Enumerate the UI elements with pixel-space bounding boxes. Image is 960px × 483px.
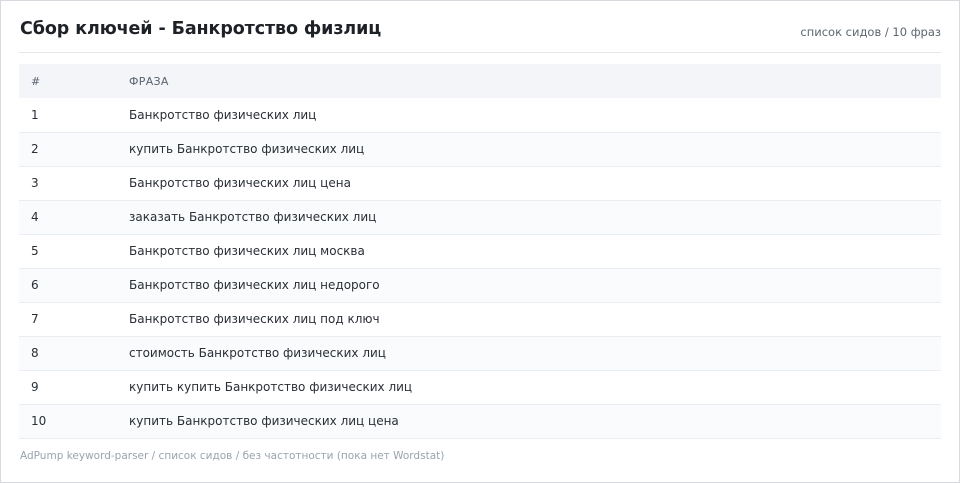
page-header: Сбор ключей - Банкротство физлиц список … — [19, 1, 941, 53]
table-row: 2 купить Банкротство физических лиц — [19, 132, 941, 166]
row-phrase: Банкротство физических лиц под ключ — [129, 312, 380, 326]
table-row: 9 купить купить Банкротство физических л… — [19, 370, 941, 404]
table-row: 5 Банкротство физических лиц москва — [19, 234, 941, 268]
row-number: 2 — [31, 142, 39, 156]
table-header-row: # ФРАЗА — [19, 64, 941, 98]
row-number: 7 — [31, 312, 39, 326]
table-body: 1 Банкротство физических лиц 2 купить Ба… — [19, 98, 941, 438]
table-row: 4 заказать Банкротство физических лиц — [19, 200, 941, 234]
row-phrase: Банкротство физических лиц — [129, 107, 317, 122]
table-row: 1 Банкротство физических лиц — [19, 98, 941, 132]
row-phrase: Банкротство физических лиц москва — [129, 244, 365, 258]
row-phrase: купить Банкротство физических лиц цена — [129, 414, 399, 428]
row-number: 5 — [31, 244, 39, 258]
row-number: 1 — [31, 107, 39, 122]
column-header-phrase: ФРАЗА — [129, 74, 169, 88]
row-phrase: заказать Банкротство физических лиц — [129, 210, 377, 224]
column-header-number: # — [31, 74, 41, 88]
row-number: 10 — [31, 414, 47, 428]
page-subtitle: список сидов / 10 фраз — [800, 25, 941, 39]
table-row: 6 Банкротство физических лиц недорого — [19, 268, 941, 302]
table-row: 10 купить Банкротство физических лиц цен… — [19, 404, 941, 438]
page-title: Сбор ключей - Банкротство физлиц — [20, 19, 382, 39]
row-phrase: стоимость Банкротство физических лиц — [129, 346, 386, 360]
row-phrase: Банкротство физических лиц цена — [129, 176, 351, 190]
table-row: 8 стоимость Банкротство физических лиц — [19, 336, 941, 370]
row-phrase: Банкротство физических лиц недорого — [129, 278, 380, 292]
row-number: 9 — [31, 380, 39, 394]
row-number: 6 — [31, 278, 39, 292]
row-number: 4 — [31, 210, 39, 224]
row-phrase: купить купить Банкротство физических лиц — [129, 380, 413, 394]
row-phrase: купить Банкротство физических лиц — [129, 142, 365, 156]
page-footer: AdPump keyword-parser / список сидов / б… — [20, 450, 445, 462]
table-header: # ФРАЗА — [19, 64, 941, 98]
phrases-table-container: # ФРАЗА 1 Банкротство физических лиц 2 к… — [19, 64, 941, 439]
phrases-table: # ФРАЗА 1 Банкротство физических лиц 2 к… — [19, 64, 941, 439]
row-number: 3 — [31, 176, 39, 190]
row-number: 8 — [31, 346, 39, 360]
table-row: 7 Банкротство физических лиц под ключ — [19, 302, 941, 336]
app-frame: Сбор ключей - Банкротство физлиц список … — [0, 0, 960, 483]
table-row: 3 Банкротство физических лиц цена — [19, 166, 941, 200]
